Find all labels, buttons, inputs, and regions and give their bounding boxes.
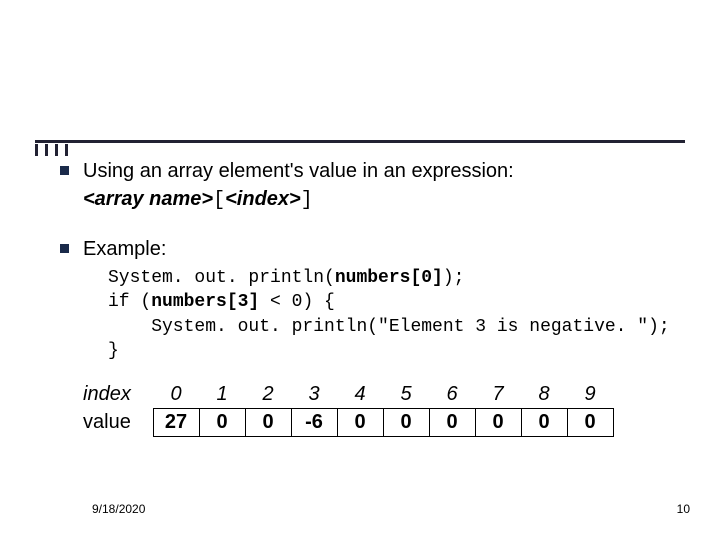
bullet-text-1: Using an array element's value in an exp…: [83, 158, 514, 184]
index-cell: 0: [153, 381, 199, 409]
value-cell: 0: [245, 409, 291, 437]
value-cell: 0: [199, 409, 245, 437]
syntax-line: <array name>[<index>]: [83, 188, 680, 212]
code-l1c: );: [443, 268, 465, 288]
value-label: value: [83, 409, 153, 437]
square-bullet-icon: [60, 244, 69, 253]
code-l1a: System. out. println(: [108, 268, 335, 288]
table-row: value 27 0 0 -6 0 0 0 0 0 0: [83, 409, 613, 437]
code-l2a: if (: [108, 292, 151, 312]
index-cell: 5: [383, 381, 429, 409]
table-row: index 0 1 2 3 4 5 6 7 8 9: [83, 381, 613, 409]
index-cell: 6: [429, 381, 475, 409]
code-l2c: < 0) {: [259, 292, 335, 312]
index-cell: 7: [475, 381, 521, 409]
slide-content: Using an array element's value in an exp…: [60, 158, 680, 437]
value-cell: -6: [291, 409, 337, 437]
index-label: index: [83, 381, 153, 409]
bullet-item-1: Using an array element's value in an exp…: [60, 158, 680, 184]
value-cell: 0: [567, 409, 613, 437]
value-cell: 0: [337, 409, 383, 437]
bullet-text-2: Example:: [83, 236, 166, 262]
syntax-index: <index>: [225, 188, 301, 210]
bullet-item-2: Example:: [60, 236, 680, 262]
code-l2b: numbers[3]: [151, 292, 259, 312]
code-block: System. out. println(numbers[0]); if (nu…: [108, 266, 680, 363]
footer-page-number: 10: [677, 502, 690, 516]
index-cell: 4: [337, 381, 383, 409]
index-cell: 1: [199, 381, 245, 409]
syntax-array-name: <array name>: [83, 188, 213, 210]
index-cell: 8: [521, 381, 567, 409]
index-cell: 2: [245, 381, 291, 409]
footer-date: 9/18/2020: [92, 502, 145, 516]
code-l3: System. out. println("Element 3 is negat…: [108, 317, 670, 337]
value-cell: 0: [475, 409, 521, 437]
value-cell: 0: [521, 409, 567, 437]
slide: Using an array element's value in an exp…: [0, 0, 720, 540]
square-bullet-icon: [60, 166, 69, 175]
index-cell: 9: [567, 381, 613, 409]
syntax-rbracket: ]: [301, 189, 313, 212]
array-table: index 0 1 2 3 4 5 6 7 8 9 va: [83, 381, 680, 437]
index-cell: 3: [291, 381, 337, 409]
value-cell: 0: [429, 409, 475, 437]
title-ticks: [35, 144, 75, 156]
code-l4: }: [108, 341, 119, 361]
syntax-lbracket: [: [213, 189, 225, 212]
title-rule: [35, 140, 685, 143]
value-cell: 0: [383, 409, 429, 437]
code-l1b: numbers[0]: [335, 268, 443, 288]
value-cell: 27: [153, 409, 199, 437]
